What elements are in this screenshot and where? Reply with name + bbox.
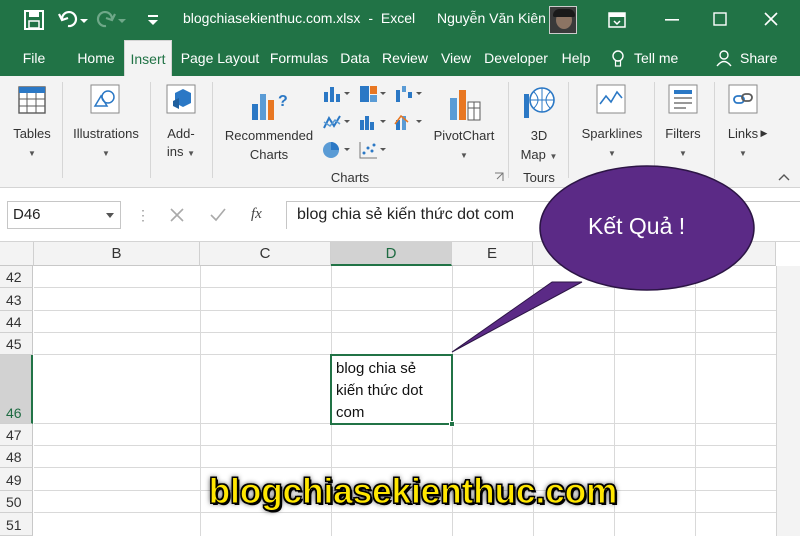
- callout-text: Kết Quả !: [588, 213, 686, 239]
- excel-window: blogchiasekienthuc.com.xlsx - Excel Nguy…: [0, 0, 800, 536]
- callout-bubble: [451, 165, 755, 353]
- watermark-text: blogchiasekienthuc.com: [208, 472, 618, 512]
